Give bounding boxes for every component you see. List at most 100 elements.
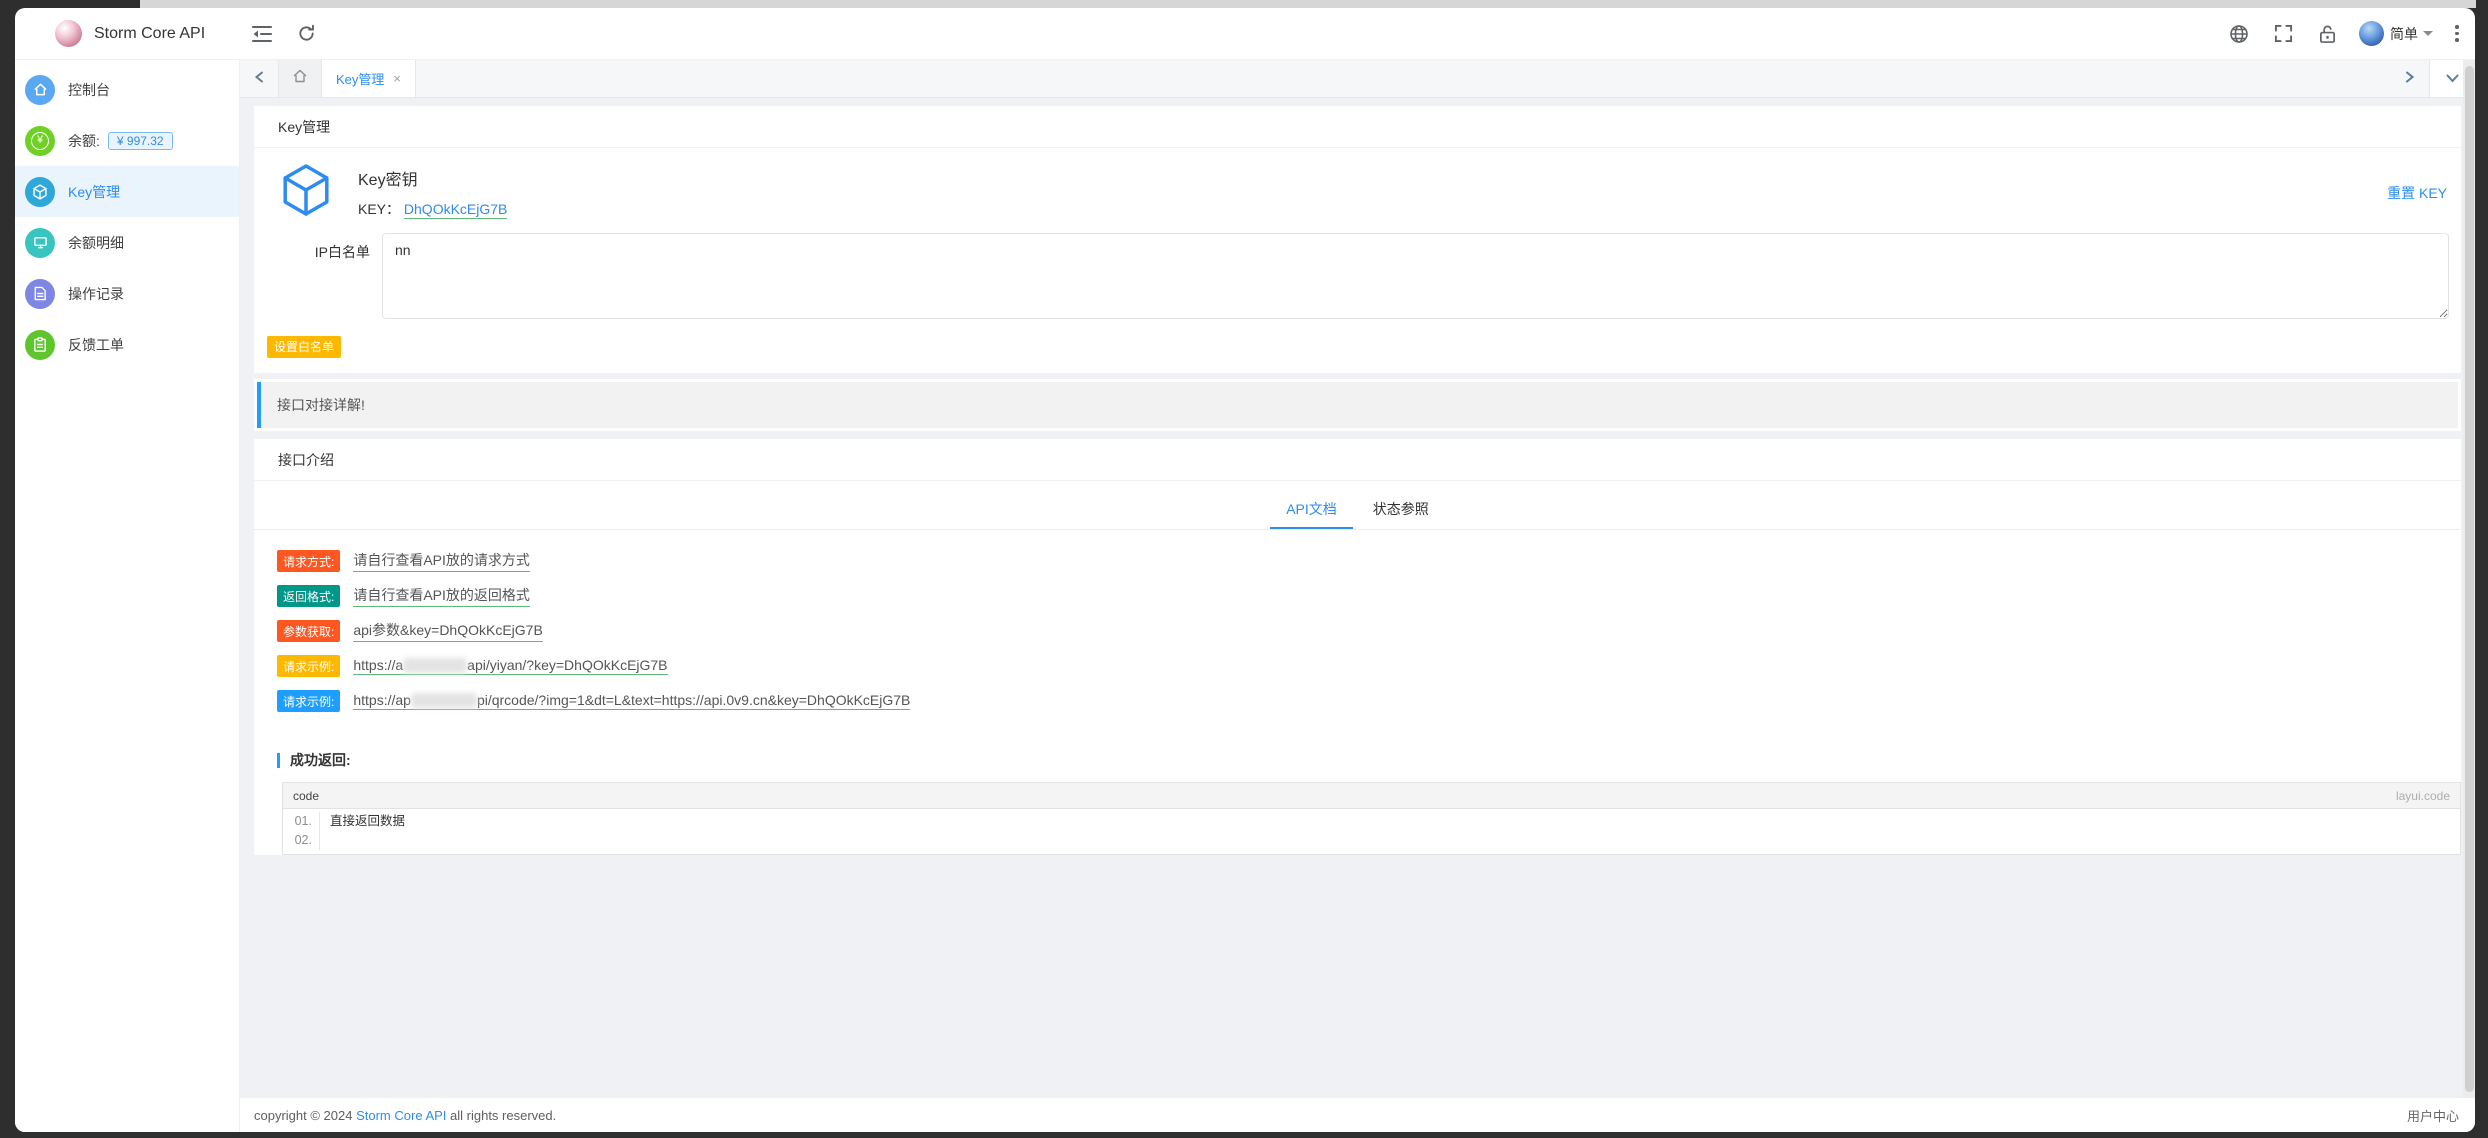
url-pre: https://a [353, 657, 403, 673]
user-menu[interactable]: 简单 [2359, 21, 2433, 46]
badge: 请求示例: [277, 690, 340, 712]
redacted-blur-patch [403, 658, 467, 673]
cube-icon [25, 177, 55, 207]
forward-icon [2405, 70, 2415, 88]
tab-key-management[interactable]: Key管理 × [322, 60, 416, 97]
more-vertical-icon [2455, 38, 2459, 42]
yen-icon: ¥ [25, 126, 55, 156]
chevron-down-icon [2446, 70, 2459, 88]
key-value[interactable]: DhQOkKcEjG7B [404, 201, 507, 219]
code-block: code layui.code 01. 直接返回数据 02. [282, 782, 2461, 855]
key-section: Key密钥 KEY： DhQOkKcEjG7B 重置 KEY [254, 148, 2461, 227]
more-vertical-icon [2455, 25, 2459, 29]
app-logo-avatar [55, 20, 82, 47]
badge: 请求示例: [277, 655, 340, 677]
language-button[interactable] [2217, 8, 2261, 60]
ip-whitelist-label: IP白名单 [278, 233, 370, 319]
key-line: KEY： DhQOkKcEjG7B [358, 199, 507, 219]
url-pre: https://ap [353, 692, 411, 708]
doc-text: 请自行查看API放的返回格式 [353, 585, 530, 607]
cube-icon [278, 162, 334, 223]
sidebar: 控制台 ¥ 余额: ¥ 997.32 Key管理 [15, 60, 240, 1132]
key-section-title: Key密钥 [358, 166, 507, 190]
scrollbar-track[interactable] [2463, 60, 2475, 1098]
tab-label: Key管理 [336, 69, 384, 88]
lock-screen-button[interactable] [2305, 8, 2349, 60]
user-avatar [2359, 21, 2384, 46]
app-window: Storm Core API [15, 8, 2475, 1132]
code-line: 01. 直接返回数据 [283, 812, 2460, 831]
line-number: 01. [283, 812, 319, 831]
set-whitelist-button[interactable]: 设置白名单 [267, 336, 341, 358]
home-icon [25, 75, 55, 105]
sidebar-item-label: 余额: [68, 131, 100, 151]
badge: 请求方式: [277, 550, 340, 572]
key-info: Key密钥 KEY： DhQOkKcEjG7B [358, 166, 507, 219]
sidebar-item-key-management[interactable]: Key管理 [15, 166, 239, 217]
page-content: Key管理 Key密钥 KEY： DhQ [240, 98, 2475, 1098]
more-vertical-icon [2455, 32, 2459, 36]
tab-bar: Key管理 × [240, 60, 2475, 98]
document-icon [25, 279, 55, 309]
badge: 参数获取: [277, 620, 340, 642]
code-body: 01. 直接返回数据 02. [283, 809, 2460, 854]
caret-down-icon [2423, 31, 2433, 36]
sidebar-item-balance[interactable]: ¥ 余额: ¥ 997.32 [15, 115, 239, 166]
success-return-title: 成功返回: [277, 753, 2461, 768]
line-text [319, 831, 2460, 850]
home-icon [292, 68, 308, 89]
code-line: 02. [283, 831, 2460, 850]
user-center-link[interactable]: 用户中心 [2407, 1106, 2459, 1125]
line-number: 02. [283, 831, 319, 850]
tab-api-docs[interactable]: API文档 [1270, 489, 1353, 529]
code-header-brand: layui.code [2396, 789, 2450, 803]
scrollbar-thumb[interactable] [2465, 66, 2474, 1092]
tabs-scroll-right-button[interactable] [2391, 60, 2429, 97]
code-block-header: code layui.code [283, 783, 2460, 809]
refresh-icon [297, 24, 316, 43]
doc-row-request-method: 请求方式: 请自行查看API放的请求方式 [277, 550, 2461, 572]
tabbar-spacer [416, 60, 2391, 97]
tabs-scroll-left-button[interactable] [240, 60, 278, 97]
tab-status-reference[interactable]: 状态参照 [1357, 489, 1445, 529]
doc-row-param-get: 参数获取: api参数&key=DhQOkKcEjG7B [277, 620, 2461, 642]
more-menu-button[interactable] [2439, 8, 2475, 60]
page-footer: copyright © 2024 Storm Core API all righ… [240, 1098, 2475, 1132]
sidebar-item-operation-log[interactable]: 操作记录 [15, 268, 239, 319]
doc-row-return-format: 返回格式: 请自行查看API放的返回格式 [277, 585, 2461, 607]
key-management-card: Key管理 Key密钥 KEY： DhQ [254, 106, 2461, 373]
copyright-pre: copyright © 2024 [254, 1108, 356, 1123]
footer-brand-link[interactable]: Storm Core API [356, 1108, 446, 1123]
sidebar-item-balance-details[interactable]: 余额明细 [15, 217, 239, 268]
code-header-label: code [293, 789, 319, 803]
example-url[interactable]: https://aapi/yiyan/?key=DhQOkKcEjG7B [353, 657, 667, 675]
app-title: Storm Core API [94, 25, 205, 43]
example-url[interactable]: https://ap pi/qrcode/?img=1&dt=L&text=htt… [353, 692, 910, 710]
doc-text: api参数&key=DhQOkKcEjG7B [353, 620, 542, 642]
sidebar-collapse-button[interactable] [240, 8, 284, 60]
sidebar-item-label: 操作记录 [68, 284, 124, 304]
clipboard-icon [25, 330, 55, 360]
menu-collapse-icon [251, 25, 273, 43]
doc-rows: 请求方式: 请自行查看API放的请求方式 返回格式: 请自行查看API放的返回格… [254, 530, 2461, 727]
ip-whitelist-input[interactable]: nn [382, 233, 2449, 319]
back-icon [254, 70, 264, 88]
sidebar-item-label: 控制台 [68, 80, 110, 100]
close-icon[interactable]: × [393, 72, 401, 85]
badge: 返回格式: [277, 585, 340, 607]
url-post: pi/qrcode/?img=1&dt=L&text=https://api.0… [477, 692, 910, 708]
line-text: 直接返回数据 [319, 812, 2460, 831]
key-label: KEY： [358, 201, 400, 217]
app-body: 控制台 ¥ 余额: ¥ 997.32 Key管理 [15, 60, 2475, 1132]
tab-home[interactable] [278, 60, 322, 97]
balance-badge: ¥ 997.32 [108, 132, 173, 150]
main-area: Key管理 × [240, 60, 2475, 1132]
quote-card: 接口对接详解! [254, 379, 2461, 431]
sidebar-item-console[interactable]: 控制台 [15, 64, 239, 115]
fullscreen-button[interactable] [2261, 8, 2305, 60]
sidebar-item-feedback-ticket[interactable]: 反馈工单 [15, 319, 239, 370]
reset-key-button[interactable]: 重置 KEY [2387, 183, 2447, 203]
refresh-button[interactable] [284, 8, 328, 60]
doc-tabs: API文档 状态参照 [254, 481, 2461, 530]
copyright-post: all rights reserved. [446, 1108, 556, 1123]
